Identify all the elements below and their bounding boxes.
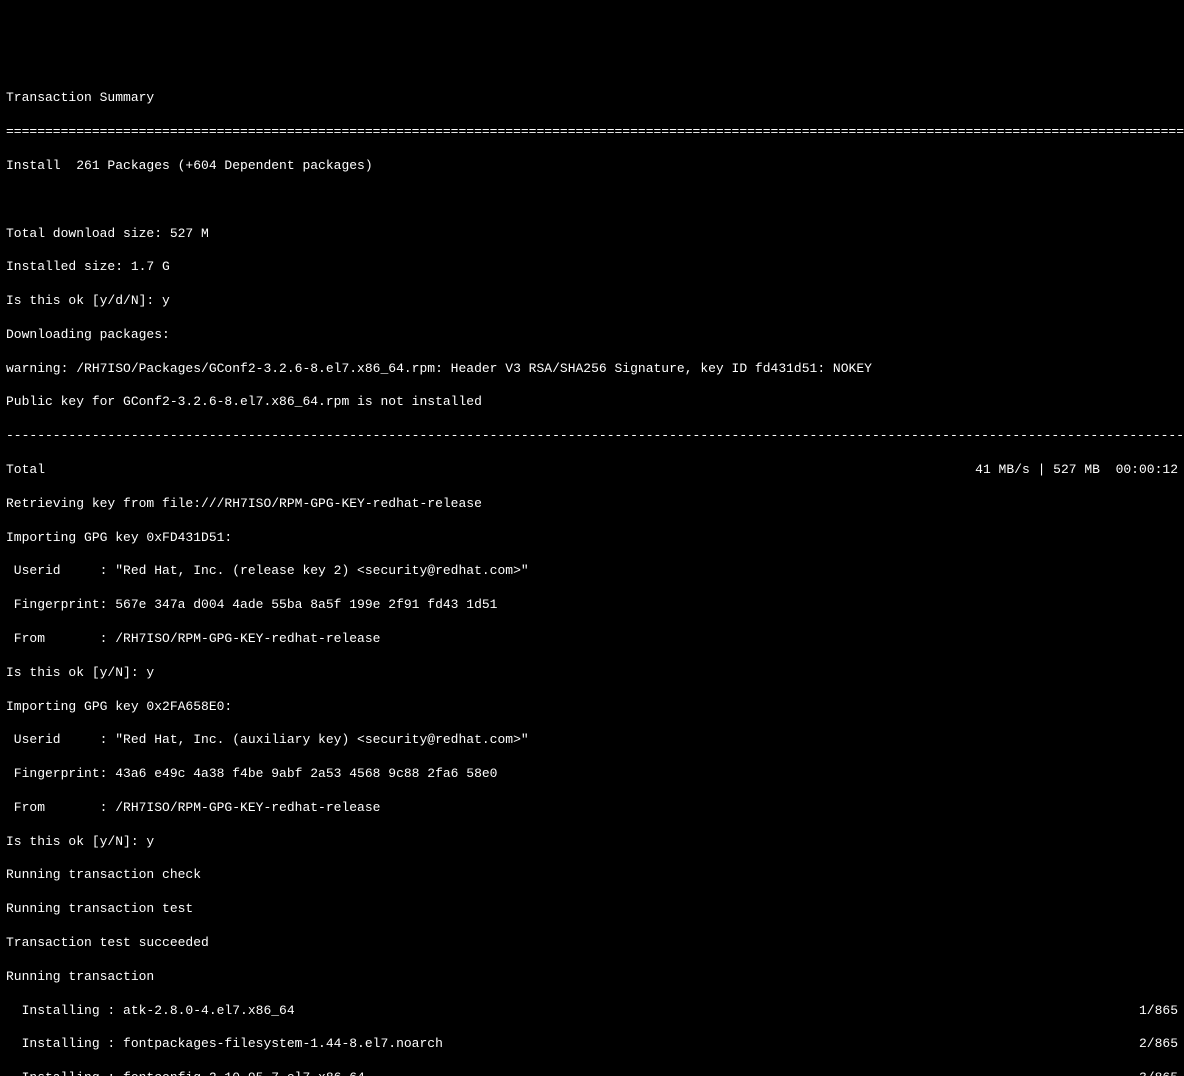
download-size: Total download size: 527 M bbox=[6, 226, 1178, 243]
fingerprint-1: Fingerprint: 567e 347a d004 4ade 55ba 8a… bbox=[6, 597, 1178, 614]
confirm-prompt-3: Is this ok [y/N]: y bbox=[6, 834, 1178, 851]
terminal-output: Transaction Summary ====================… bbox=[6, 74, 1178, 1076]
install-row: Installing : fontconfig-2.10.95-7.el7.x8… bbox=[6, 1070, 1178, 1076]
separator-line: ========================================… bbox=[6, 124, 1178, 141]
running-transaction: Running transaction bbox=[6, 969, 1178, 986]
fingerprint-2: Fingerprint: 43a6 e49c 4a38 f4be 9abf 2a… bbox=[6, 766, 1178, 783]
userid-2: Userid : "Red Hat, Inc. (auxiliary key) … bbox=[6, 732, 1178, 749]
total-line: Total41 MB/s | 527 MB 00:00:12 bbox=[6, 462, 1178, 479]
pubkey-line: Public key for GConf2-3.2.6-8.el7.x86_64… bbox=[6, 394, 1178, 411]
install-packages-line: Install 261 Packages (+604 Dependent pac… bbox=[6, 158, 1178, 175]
install-count: 2/865 bbox=[1139, 1036, 1178, 1053]
confirm-prompt-1: Is this ok [y/d/N]: y bbox=[6, 293, 1178, 310]
from-1: From : /RH7ISO/RPM-GPG-KEY-redhat-releas… bbox=[6, 631, 1178, 648]
retrieve-key: Retrieving key from file:///RH7ISO/RPM-G… bbox=[6, 496, 1178, 513]
import-key-2: Importing GPG key 0x2FA658E0: bbox=[6, 699, 1178, 716]
warning-line: warning: /RH7ISO/Packages/GConf2-3.2.6-8… bbox=[6, 361, 1178, 378]
confirm-prompt-2: Is this ok [y/N]: y bbox=[6, 665, 1178, 682]
userid-1: Userid : "Red Hat, Inc. (release key 2) … bbox=[6, 563, 1178, 580]
import-key-1: Importing GPG key 0xFD431D51: bbox=[6, 530, 1178, 547]
total-stats: 41 MB/s | 527 MB 00:00:12 bbox=[975, 462, 1178, 479]
transaction-test: Running transaction test bbox=[6, 901, 1178, 918]
install-pkg: Installing : atk-2.8.0-4.el7.x86_64 bbox=[6, 1003, 1139, 1020]
install-count: 1/865 bbox=[1139, 1003, 1178, 1020]
installed-size: Installed size: 1.7 G bbox=[6, 259, 1178, 276]
downloading-packages: Downloading packages: bbox=[6, 327, 1178, 344]
blank-line bbox=[6, 192, 1178, 209]
install-pkg: Installing : fontpackages-filesystem-1.4… bbox=[6, 1036, 1139, 1053]
from-2: From : /RH7ISO/RPM-GPG-KEY-redhat-releas… bbox=[6, 800, 1178, 817]
transaction-check: Running transaction check bbox=[6, 867, 1178, 884]
install-count: 3/865 bbox=[1139, 1070, 1178, 1076]
total-label: Total bbox=[6, 462, 975, 479]
install-row: Installing : atk-2.8.0-4.el7.x86_641/865 bbox=[6, 1003, 1178, 1020]
transaction-succeeded: Transaction test succeeded bbox=[6, 935, 1178, 952]
install-pkg: Installing : fontconfig-2.10.95-7.el7.x8… bbox=[6, 1070, 1139, 1076]
transaction-summary-title: Transaction Summary bbox=[6, 90, 1178, 107]
dash-separator: ----------------------------------------… bbox=[6, 428, 1178, 445]
install-row: Installing : fontpackages-filesystem-1.4… bbox=[6, 1036, 1178, 1053]
